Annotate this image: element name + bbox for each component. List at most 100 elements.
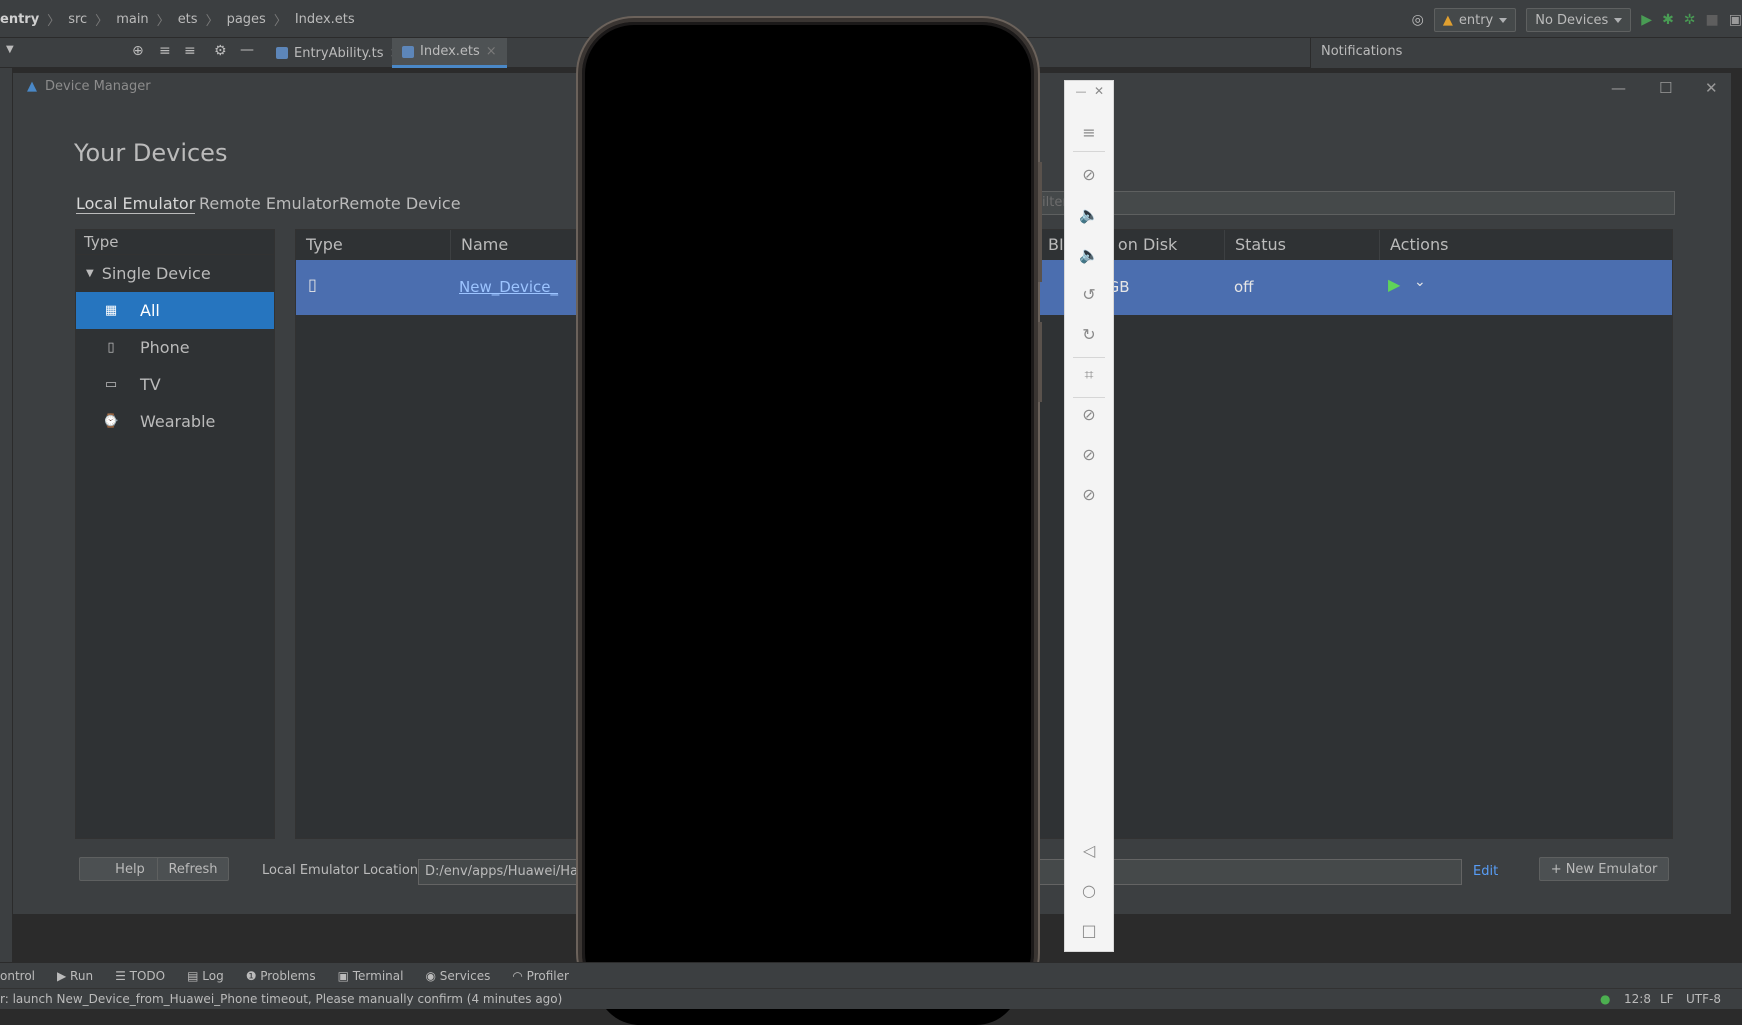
line-ending[interactable]: LF <box>1660 992 1674 1006</box>
tool-todo[interactable]: ☰ TODO <box>115 969 165 983</box>
tv-icon: ▭ <box>104 377 118 392</box>
emulator-toolbar: — ✕ ≡ ⊘ 🔈 🔈 ↺ ↻ ⌗ ⊘ ⊘ ⊘ ◁ ○ □ <box>1064 80 1114 952</box>
locate-icon[interactable]: ⊕ <box>132 43 144 59</box>
watch-icon: ⌚ <box>102 414 120 429</box>
tab-entryability[interactable]: EntryAbility.ts × <box>266 38 410 68</box>
menu-icon[interactable]: ≡ <box>1065 123 1113 142</box>
type-item-all[interactable]: ▦ All <box>76 292 274 329</box>
tool-profiler[interactable]: ◠ Profiler <box>512 969 569 983</box>
col-header-type[interactable]: Type <box>296 230 451 260</box>
rotate-left-disabled-icon[interactable]: ↺ <box>1065 285 1113 304</box>
debug-icon[interactable]: ✱ <box>1662 12 1674 28</box>
tool-log[interactable]: ▤ Log <box>187 969 224 983</box>
chevron-down-icon[interactable]: ⌄ <box>1414 274 1426 290</box>
refresh-button[interactable]: Refresh <box>157 857 229 881</box>
location-disabled-icon[interactable]: ⊘ <box>1065 445 1113 464</box>
launch-icon[interactable]: ▶ <box>1388 275 1400 294</box>
target-icon[interactable]: ◎ <box>1412 12 1424 28</box>
phone-emulator[interactable] <box>578 18 1042 1025</box>
breadcrumb-src[interactable]: src <box>68 12 87 27</box>
log-icon: ▤ <box>187 968 203 983</box>
expand-arrow-icon: ▼ <box>86 268 94 279</box>
notifications-panel-header: Notifications <box>1310 38 1742 68</box>
edit-link[interactable]: Edit <box>1473 864 1498 879</box>
status-bar: r: launch New_Device_from_Huawei_Phone t… <box>0 988 1742 1009</box>
volume-down-disabled-icon[interactable]: 🔈 <box>1065 245 1113 264</box>
breadcrumb-main[interactable]: main <box>116 12 148 27</box>
module-icon: ▲ <box>1442 12 1453 28</box>
emulator-screen[interactable] <box>596 36 1020 1025</box>
tab-remote-device[interactable]: Remote Device <box>339 194 461 213</box>
file-icon <box>276 47 288 59</box>
collapse-icon[interactable]: ▼ <box>6 44 14 55</box>
run-icon[interactable]: ▶ <box>1641 12 1652 28</box>
tool-window-bar: ontrol ▶ Run ☰ TODO ▤ Log ❶ Problems ▣ T… <box>0 962 1742 988</box>
phone-icon: ▯ <box>107 340 115 355</box>
home-icon[interactable]: ○ <box>1065 881 1113 900</box>
dialog-title-bar: ▲ Device Manager <box>27 79 151 94</box>
run-config-select[interactable]: ▲ entry <box>1433 8 1517 32</box>
terminal-icon: ▣ <box>337 968 353 983</box>
info-icon: ❶ <box>245 968 261 983</box>
device-status: off <box>1234 278 1254 296</box>
collapse-all-icon[interactable]: ≡ <box>184 43 196 59</box>
services-icon: ◉ <box>425 968 440 983</box>
rotate-right-disabled-icon[interactable]: ↻ <box>1065 325 1113 344</box>
page-title: Your Devices <box>74 139 228 167</box>
hide-icon[interactable]: — <box>240 42 254 58</box>
close-window-icon[interactable]: ✕ <box>1705 79 1718 97</box>
attach-debugger-icon[interactable]: ✲ <box>1684 12 1696 28</box>
tool-services[interactable]: ◉ Services <box>425 969 490 983</box>
minimize-icon[interactable]: — <box>1611 79 1626 97</box>
tab-local-emulator[interactable]: Local Emulator <box>76 194 196 214</box>
tool-problems[interactable]: ❶ Problems <box>246 969 316 983</box>
phone-icon: ▯ <box>308 275 317 294</box>
type-item-wearable[interactable]: ⌚ Wearable <box>76 403 274 440</box>
camera-disabled-icon[interactable]: ⊘ <box>1065 405 1113 424</box>
device-type-panel: Type ▼ Single Device ▦ All ▯ Phone ▭ TV … <box>75 229 275 839</box>
close-icon[interactable]: ✕ <box>1075 84 1123 98</box>
run-icon: ▶ <box>57 968 71 983</box>
filter-input[interactable]: ilter <box>1035 191 1675 215</box>
breadcrumb-ets[interactable]: ets <box>178 12 198 27</box>
volume-up-disabled-icon[interactable]: 🔈 <box>1065 205 1113 224</box>
apps-grid-icon: ▦ <box>104 303 118 318</box>
new-emulator-button[interactable]: + New Emulator <box>1539 857 1669 881</box>
tab-index[interactable]: Index.ets × <box>392 38 507 68</box>
back-icon[interactable]: ◁ <box>1065 841 1113 860</box>
tab-remote-emulator[interactable]: Remote Emulator <box>199 194 339 213</box>
cursor-position[interactable]: 12:8 <box>1624 992 1651 1006</box>
volume-button <box>1038 162 1042 282</box>
type-panel-header: Type <box>76 230 274 255</box>
rotate-disabled-icon[interactable]: ⊘ <box>1065 165 1113 184</box>
tool-terminal[interactable]: ▣ Terminal <box>338 969 404 983</box>
expand-all-icon[interactable]: ≡ <box>159 43 171 59</box>
maximize-icon[interactable]: ☐ <box>1659 79 1672 97</box>
wifi-disabled-icon[interactable]: ⊘ <box>1065 485 1113 504</box>
list-icon: ☰ <box>115 968 130 983</box>
group-single-device[interactable]: ▼ Single Device <box>76 255 274 292</box>
breadcrumb-pages[interactable]: pages <box>227 12 266 27</box>
device-manager-icon[interactable]: ▣ <box>1729 12 1742 28</box>
tool-run[interactable]: ▶ Run <box>57 969 93 983</box>
col-header-actions[interactable]: Actions <box>1380 230 1670 260</box>
status-dot-icon: ● <box>1600 992 1611 1006</box>
col-header-status[interactable]: Status <box>1225 230 1380 260</box>
device-select[interactable]: No Devices <box>1526 8 1632 32</box>
type-item-tv[interactable]: ▭ TV <box>76 366 274 403</box>
recents-icon[interactable]: □ <box>1065 921 1113 940</box>
location-label: Local Emulator Location: <box>262 863 423 878</box>
device-name-link[interactable]: New_Device_ <box>459 278 558 296</box>
status-message[interactable]: r: launch New_Device_from_Huawei_Phone t… <box>0 992 562 1006</box>
app-logo-icon: ▲ <box>27 79 37 94</box>
tool-version-control[interactable]: ontrol <box>0 969 35 983</box>
screenshot-icon[interactable]: ⌗ <box>1065 365 1113 385</box>
close-icon[interactable]: × <box>486 44 497 59</box>
breadcrumb-entry[interactable]: entry <box>0 12 39 27</box>
breadcrumb-file[interactable]: Index.ets <box>295 12 355 27</box>
file-encoding[interactable]: UTF-8 <box>1686 992 1721 1006</box>
breadcrumb: entry 〉 src 〉 main 〉 ets 〉 pages 〉 Index.ets <box>0 12 355 29</box>
settings-gear-icon[interactable]: ⚙ <box>214 43 227 59</box>
type-item-phone[interactable]: ▯ Phone <box>76 329 274 366</box>
stop-icon[interactable]: ■ <box>1706 12 1719 28</box>
